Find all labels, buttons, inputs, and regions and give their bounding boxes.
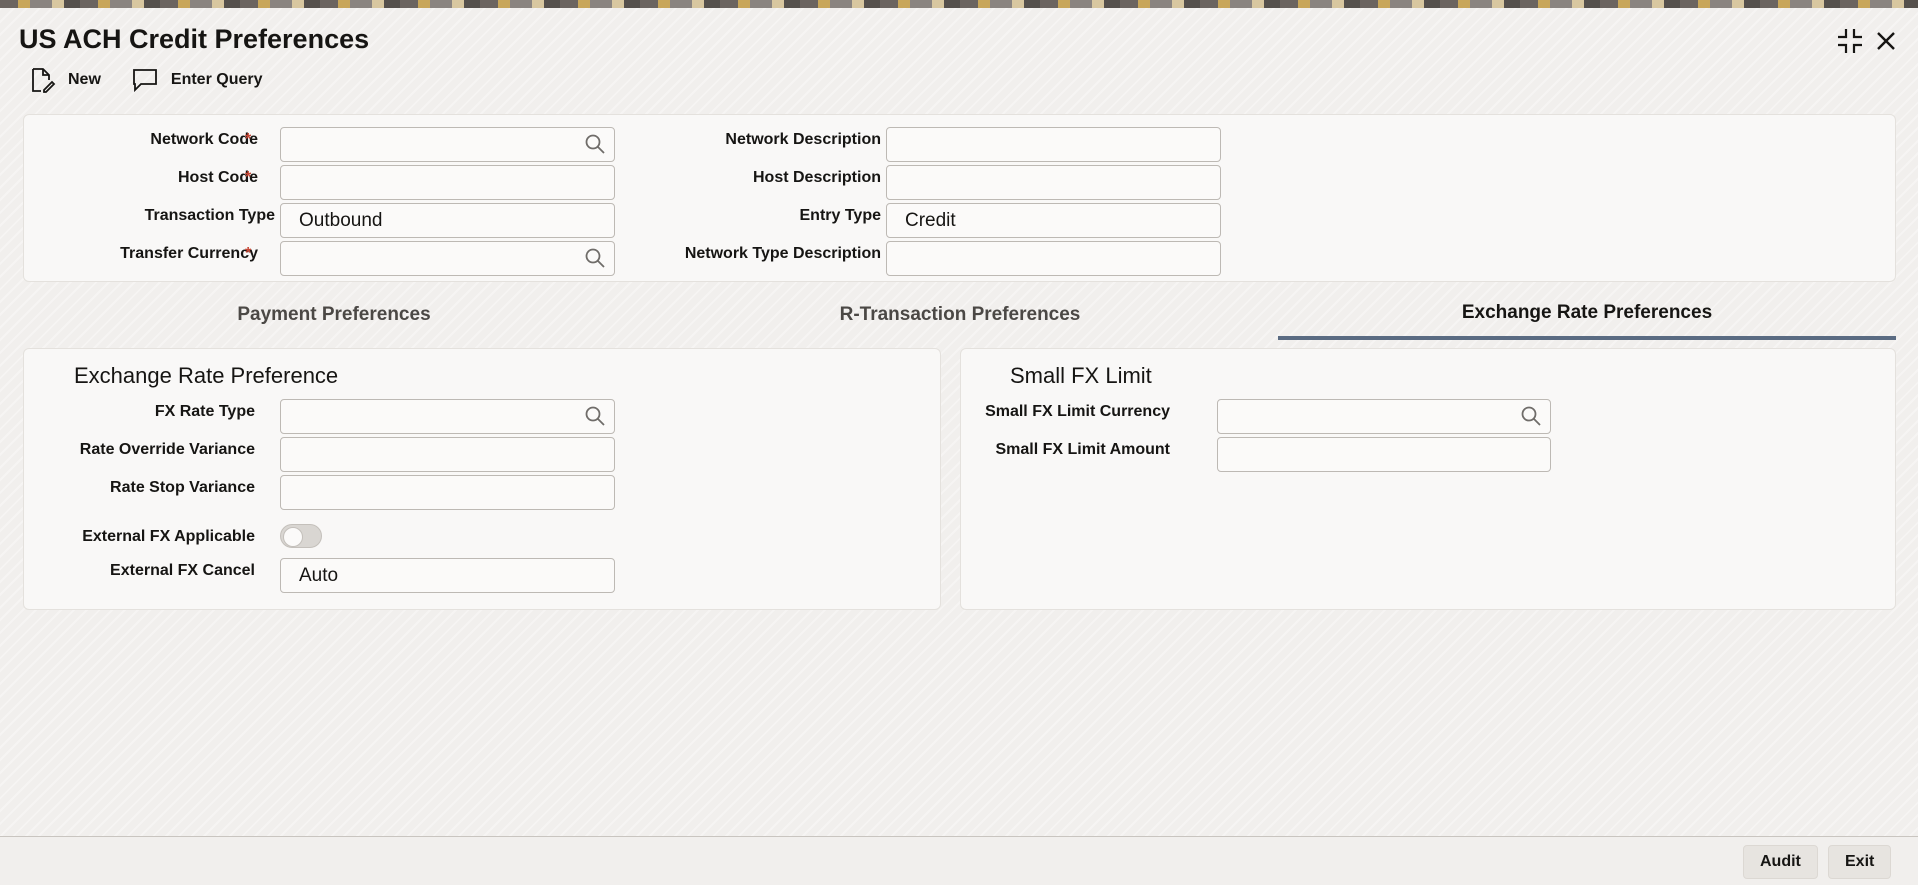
fx-rate-type-search-icon[interactable] (584, 405, 606, 427)
external-fx-cancel-field[interactable] (280, 558, 615, 593)
transaction-type-label: Transaction Type (144, 207, 275, 224)
tab-payment-preferences[interactable]: Payment Preferences (23, 290, 645, 340)
tab-exchange-rate-preferences[interactable]: Exchange Rate Preferences (1278, 290, 1896, 340)
top-decorative-band (0, 0, 1918, 8)
exchange-rate-preference-panel: Exchange Rate Preference FX Rate Type Ra… (23, 348, 941, 610)
host-description-label: Host Description (752, 169, 881, 186)
network-description-label: Network Description (725, 131, 881, 148)
small-fx-limit-amount-label: Small FX Limit Amount (995, 441, 1170, 458)
exchange-rate-preference-heading: Exchange Rate Preference (74, 363, 339, 388)
entry-type-label: Entry Type (799, 207, 882, 224)
new-label: New (68, 71, 101, 88)
enter-query-button[interactable]: Enter Query (131, 66, 263, 94)
external-fx-applicable-label: External FX Applicable (82, 528, 255, 545)
footer-bar: Audit Exit (0, 836, 1918, 885)
small-fx-limit-currency-label: Small FX Limit Currency (985, 403, 1170, 420)
tab-r-transaction-preferences[interactable]: R-Transaction Preferences (649, 290, 1271, 340)
network-type-description-label: Network Type Description (684, 245, 881, 262)
small-fx-limit-amount-input[interactable] (1217, 437, 1551, 472)
new-button[interactable]: New (28, 66, 101, 94)
fx-rate-type-label: FX Rate Type (154, 403, 255, 420)
transfer-currency-input[interactable] (280, 241, 615, 276)
host-code-required-mark: * (245, 169, 252, 186)
external-fx-applicable-toggle[interactable] (280, 524, 322, 548)
page-title: US ACH Credit Preferences (19, 24, 370, 54)
network-code-input[interactable] (280, 127, 615, 162)
external-fx-cancel-label: External FX Cancel (110, 562, 255, 579)
close-icon[interactable] (1871, 26, 1901, 56)
network-code-required-mark: * (245, 131, 252, 148)
toolbar: New Enter Query (28, 65, 263, 95)
fx-rate-type-input[interactable] (280, 399, 615, 434)
enter-query-label: Enter Query (170, 71, 263, 88)
small-fx-limit-heading: Small FX Limit (1010, 363, 1152, 388)
audit-button[interactable]: Audit (1743, 845, 1818, 879)
rate-stop-variance-label: Rate Stop Variance (110, 479, 255, 496)
rate-override-variance-input[interactable] (280, 437, 615, 472)
maximize-icon[interactable] (1835, 26, 1865, 56)
new-document-icon (32, 68, 56, 93)
rate-stop-variance-input[interactable] (280, 475, 615, 510)
transfer-currency-label: Transfer Currency (120, 245, 258, 262)
network-code-search-icon[interactable] (584, 133, 606, 155)
small-fx-limit-panel: Small FX Limit Small FX Limit Currency S… (960, 348, 1896, 610)
entry-type-field[interactable] (886, 203, 1221, 238)
app-window: US ACH Credit Preferences New Enter Quer… (0, 8, 1918, 885)
transaction-type-field[interactable] (280, 203, 615, 238)
network-description-field[interactable] (886, 127, 1221, 162)
tab-bar: Payment Preferences R-Transaction Prefer… (23, 290, 1896, 340)
transfer-currency-search-icon[interactable] (584, 247, 606, 269)
rate-override-variance-label: Rate Override Variance (79, 441, 255, 458)
host-description-field[interactable] (886, 165, 1221, 200)
transfer-currency-required-mark: * (245, 245, 252, 262)
small-fx-limit-currency-input[interactable] (1217, 399, 1551, 434)
network-code-label: Network Code (150, 131, 258, 148)
network-type-description-field[interactable] (886, 241, 1221, 276)
host-code-input[interactable] (280, 165, 615, 200)
small-fx-limit-currency-search-icon[interactable] (1520, 405, 1542, 427)
chat-query-icon (133, 69, 157, 93)
exit-button[interactable]: Exit (1828, 845, 1892, 879)
header-form-panel: Network Code * Host Code * Transaction T… (23, 114, 1896, 282)
